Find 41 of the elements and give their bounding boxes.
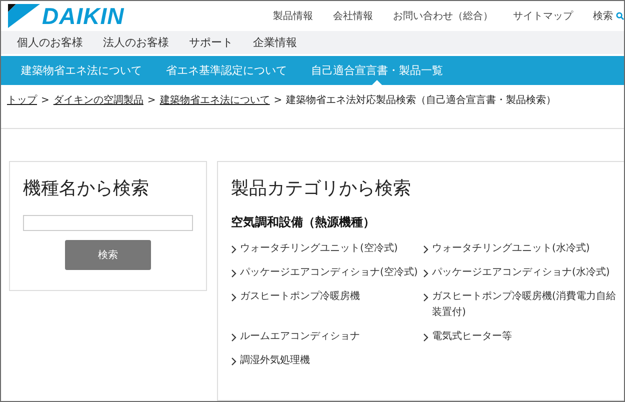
- chevron-icon: [231, 293, 237, 302]
- header-link[interactable]: 会社情報: [333, 9, 373, 24]
- search-button[interactable]: 検索: [65, 240, 151, 270]
- category-link[interactable]: ガスヒートポンプ冷暖房機(消費電力自給装置付): [423, 289, 624, 321]
- chevron-icon: [423, 333, 429, 342]
- header-link[interactable]: お問い合わせ（総合）: [393, 9, 493, 24]
- breadcrumb-separator: >: [41, 94, 50, 106]
- breadcrumb-current-page: 建築物省エネ法対応製品検索（自己適合宣言書・製品検索）: [286, 94, 556, 107]
- main-nav-link[interactable]: 企業情報: [253, 35, 297, 50]
- category-link[interactable]: パッケージエアコンディショナ(空冷式): [231, 265, 423, 281]
- chevron-icon: [231, 333, 237, 342]
- panel-title: 機種名から検索: [23, 177, 150, 200]
- breadcrumb-separator: >: [147, 94, 156, 106]
- breadcrumb-link[interactable]: 建築物省エネ法について: [160, 93, 270, 107]
- model-name-input[interactable]: [23, 215, 193, 231]
- search-icon: [616, 12, 624, 20]
- header-link[interactable]: 製品情報: [273, 9, 313, 24]
- chevron-icon: [423, 269, 429, 278]
- main-nav-link[interactable]: 個人のお客様: [17, 35, 83, 50]
- category-link[interactable]: ルームエアコンディショナ: [231, 329, 423, 345]
- category-link[interactable]: ガスヒートポンプ冷暖房機: [231, 289, 423, 321]
- chevron-icon: [423, 245, 429, 254]
- chevron-icon: [423, 293, 429, 302]
- section-heading: 空気調和設備（熱源機種）: [231, 214, 376, 231]
- panel-title: 製品カテゴリから検索: [231, 177, 412, 200]
- breadcrumb-link[interactable]: ダイキンの空調製品: [53, 93, 144, 107]
- breadcrumb-separator: >: [274, 94, 282, 106]
- category-link[interactable]: 電気式ヒーター等: [423, 329, 624, 345]
- category-link[interactable]: 調湿外気処理機: [231, 353, 423, 369]
- header-link[interactable]: サイトマップ: [513, 9, 573, 24]
- search-link[interactable]: 検索: [593, 9, 624, 24]
- chevron-icon: [231, 357, 237, 366]
- category-link[interactable]: パッケージエアコンディショナ(水冷式): [423, 265, 624, 281]
- breadcrumb-link[interactable]: トップ: [7, 93, 37, 107]
- logo-triangle-icon: [8, 4, 40, 28]
- category-link[interactable]: ウォータチリングユニット(空冷式): [231, 241, 423, 257]
- chevron-icon: [231, 245, 237, 254]
- main-nav-link[interactable]: サポート: [189, 35, 233, 50]
- category-link[interactable]: ウォータチリングユニット(水冷式): [423, 241, 624, 257]
- main-nav-link[interactable]: 法人のお客様: [103, 35, 169, 50]
- chevron-icon: [231, 269, 237, 278]
